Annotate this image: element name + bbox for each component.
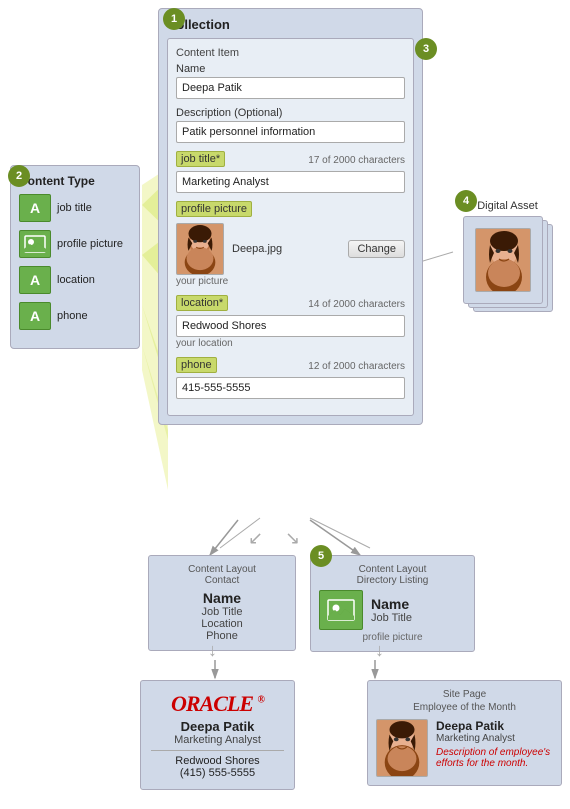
ct-icon-text-phone: A: [19, 302, 51, 330]
layout-contact-job: Job Title: [157, 606, 287, 618]
oracle-location: Redwood Shores: [151, 755, 284, 767]
layout-directory-title: Content Layout: [319, 564, 466, 575]
oracle-phone: (415) 555-5555: [151, 767, 284, 779]
site-page-card: Site Page Employee of the Month De: [367, 680, 562, 786]
site-page-info: Deepa Patik Marketing Analyst Descriptio…: [436, 719, 553, 769]
ct-label-location: location: [57, 274, 95, 286]
content-type-box: Content Type A job title profile picture…: [10, 165, 140, 349]
profile-pic-thumb: [176, 223, 224, 275]
ct-icon-text-job: A: [19, 194, 51, 222]
layout-directory-subtitle: Directory Listing: [319, 575, 466, 586]
oracle-job-title: Marketing Analyst: [151, 734, 284, 746]
oracle-name: Deepa Patik: [151, 719, 284, 734]
ct-item-job-title: A job title: [19, 194, 131, 222]
profile-pic-row: Deepa.jpg Change: [176, 223, 405, 275]
layout-contact-title: Content Layout: [157, 564, 287, 575]
digital-asset-photo: [475, 228, 531, 292]
phone-char-count: 12 of 2000 characters: [308, 361, 405, 372]
site-page-person-name: Deepa Patik: [436, 719, 553, 733]
ct-label-profile-picture: profile picture: [57, 238, 123, 250]
ct-item-phone: A phone: [19, 302, 131, 330]
layout-contact-subtitle: Contact: [157, 575, 287, 586]
site-page-description: Description of employee's efforts for th…: [436, 747, 553, 769]
site-page-subtitle: Employee of the Month: [376, 702, 553, 713]
layout-directory-text: Name Job Title: [371, 596, 412, 624]
job-title-field-group: job title* 17 of 2000 characters: [176, 151, 405, 193]
desc-field-group: Description (Optional): [176, 107, 405, 143]
ct-icon-img-profile: [19, 230, 51, 258]
your-picture-hint: your picture: [176, 276, 405, 287]
layout-contact-location: Location: [157, 618, 287, 630]
site-page-photo: [376, 719, 428, 777]
name-label: Name: [176, 63, 405, 75]
name-field-group: Name: [176, 63, 405, 99]
arrow-collection-down-right: ↘: [285, 528, 300, 549]
job-title-label: job title*: [176, 151, 225, 167]
content-layout-directory: Content Layout Directory Listing Name Jo…: [310, 555, 475, 652]
oracle-logo: ORACLE ®: [151, 691, 284, 717]
ct-icon-text-location: A: [19, 266, 51, 294]
site-page-job-title: Marketing Analyst: [436, 733, 553, 744]
collection-title: Collection: [167, 17, 414, 32]
phone-field-group: phone 12 of 2000 characters: [176, 357, 405, 399]
job-title-char-count: 17 of 2000 characters: [308, 155, 405, 166]
arrow-contact-down: ↓: [208, 640, 217, 661]
desc-input[interactable]: [176, 121, 405, 143]
phone-label: phone: [176, 357, 217, 373]
content-item-label: Content Item: [176, 47, 405, 59]
location-input[interactable]: [176, 315, 405, 337]
badge-1: 1: [163, 8, 185, 30]
badge-2: 2: [8, 165, 30, 187]
oracle-divider: [151, 750, 284, 751]
arrow-collection-down-left: ↙: [248, 528, 263, 549]
layout-contact-phone: Phone: [157, 630, 287, 642]
layout-directory-img-icon: [319, 590, 363, 630]
location-label: location*: [176, 295, 228, 311]
profile-pic-filename: Deepa.jpg: [232, 243, 340, 255]
oracle-card: ORACLE ® Deepa Patik Marketing Analyst R…: [140, 680, 295, 790]
your-location-hint: your location: [176, 338, 405, 349]
badge-4: 4: [455, 190, 477, 212]
location-char-count: 14 of 2000 characters: [308, 299, 405, 310]
phone-input[interactable]: [176, 377, 405, 399]
content-type-title: Content Type: [19, 174, 131, 188]
layout-directory-row: Name Job Title: [319, 590, 466, 630]
content-item-box: Content Item Name Description (Optional)…: [167, 38, 414, 416]
ct-item-profile-picture: profile picture: [19, 230, 131, 258]
site-page-content: Deepa Patik Marketing Analyst Descriptio…: [376, 719, 553, 777]
ct-label-phone: phone: [57, 310, 88, 322]
profile-pic-field-group: profile picture: [176, 201, 405, 287]
content-layout-contact: Content Layout Contact Name Job Title Lo…: [148, 555, 296, 651]
badge-5: 5: [310, 545, 332, 567]
change-button[interactable]: Change: [348, 240, 405, 258]
layout-directory-pic-label: profile picture: [319, 632, 466, 643]
collection-box: Collection Content Item Name Description…: [158, 8, 423, 425]
desc-label: Description (Optional): [176, 107, 405, 119]
digital-asset-section: Digital Asset: [455, 200, 560, 316]
layout-directory-name: Name: [371, 596, 412, 612]
site-page-title: Site Page: [376, 689, 553, 700]
badge-3: 3: [415, 38, 437, 60]
job-title-input[interactable]: [176, 171, 405, 193]
ct-item-location: A location: [19, 266, 131, 294]
location-field-group: location* 14 of 2000 characters your loc…: [176, 295, 405, 349]
arrow-directory-down: ↓: [375, 640, 384, 661]
profile-pic-label: profile picture: [176, 201, 252, 217]
ct-label-job-title: job title: [57, 202, 92, 214]
digital-asset-card-front: [463, 216, 543, 304]
layout-directory-job: Job Title: [371, 612, 412, 624]
name-input[interactable]: [176, 77, 405, 99]
layout-contact-name: Name: [157, 590, 287, 606]
